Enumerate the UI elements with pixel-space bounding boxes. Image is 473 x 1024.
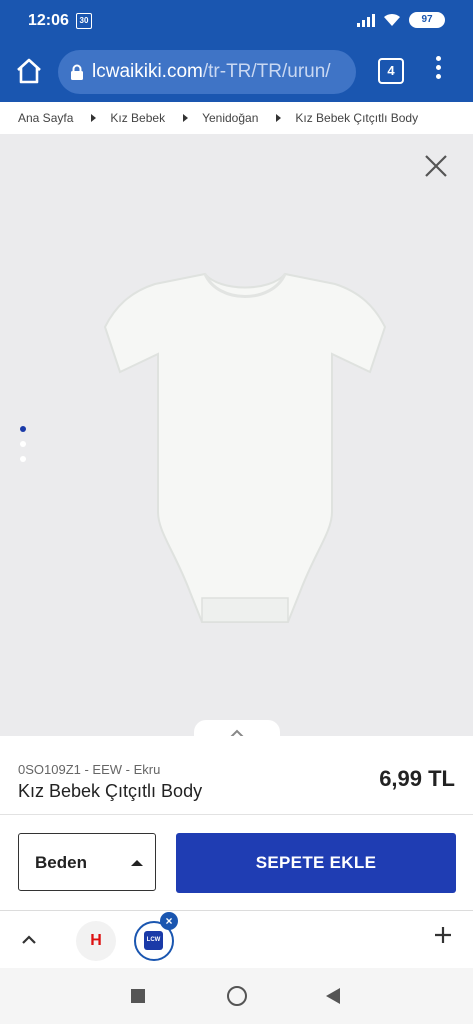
gallery-dot[interactable] [20, 426, 26, 432]
home-circle-icon[interactable] [227, 986, 247, 1006]
gallery-pagination [20, 426, 26, 471]
close-icon[interactable] [424, 154, 448, 178]
lock-icon [71, 64, 83, 80]
breadcrumb-home[interactable]: Ana Sayfa [18, 111, 73, 125]
product-price: 6,99 TL [379, 766, 455, 791]
gallery-dot[interactable] [20, 441, 26, 447]
back-icon[interactable] [326, 988, 340, 1004]
status-bar: 12:06 30 97 [0, 0, 473, 42]
url-host: lcwaikiki.com [92, 61, 203, 82]
new-tab-icon[interactable] [434, 926, 452, 944]
tab-hepsiburada[interactable]: H [76, 921, 116, 961]
chevron-right-icon [91, 114, 97, 122]
lcw-logo: LCW [144, 931, 163, 950]
status-icons: 97 [357, 12, 445, 28]
product-sku: 0SO109Z1 - EEW - Ekru [18, 762, 161, 777]
product-name: Kız Bebek Çıtçıtlı Body [18, 781, 203, 801]
breadcrumb-kiz-bebek[interactable]: Kız Bebek [110, 111, 165, 125]
gallery-dot[interactable] [20, 456, 26, 462]
product-info: 0SO109Z1 - EEW - Ekru Kız Bebek Çıtçıtlı… [0, 736, 473, 814]
size-select-label: Beden [35, 853, 87, 872]
chevron-right-icon [183, 114, 189, 122]
breadcrumb-yenidogan[interactable]: Yenidoğan [202, 111, 258, 125]
notification-icon: 30 [76, 13, 92, 29]
recents-icon[interactable] [131, 989, 145, 1003]
url-bar[interactable]: lcwaikiki.com/tr-TR/TR/urun/ [58, 50, 356, 94]
status-time: 12:06 [28, 12, 69, 29]
tab-strip: H LCW [0, 910, 473, 969]
size-select[interactable]: Beden [18, 833, 156, 891]
product-image [103, 272, 387, 623]
system-nav-bar [0, 968, 473, 1024]
action-bar: Beden SEPETE EKLE [0, 814, 473, 911]
breadcrumb: Ana Sayfa Kız Bebek Yenidoğan Kız Bebek … [0, 102, 473, 134]
breadcrumb-current: Kız Bebek Çıtçıtlı Body [295, 111, 419, 125]
tab-switcher-button[interactable]: 4 [378, 58, 404, 84]
url-path: /tr-TR/TR/urun/ [202, 61, 331, 82]
close-tab-icon[interactable]: × [160, 912, 178, 930]
home-icon[interactable] [14, 56, 44, 86]
chevron-right-icon [276, 114, 282, 122]
wifi-icon [384, 13, 400, 26]
browser-toolbar: lcwaikiki.com/tr-TR/TR/urun/ 4 [0, 42, 473, 102]
chevron-up-icon[interactable] [20, 931, 38, 949]
caret-up-icon [131, 860, 143, 866]
battery-icon: 97 [409, 12, 445, 28]
overflow-menu-icon[interactable] [430, 56, 446, 84]
url-text: lcwaikiki.com/tr-TR/TR/urun/ [92, 61, 331, 83]
add-to-cart-button[interactable]: SEPETE EKLE [176, 833, 456, 893]
signal-icon [357, 13, 375, 27]
